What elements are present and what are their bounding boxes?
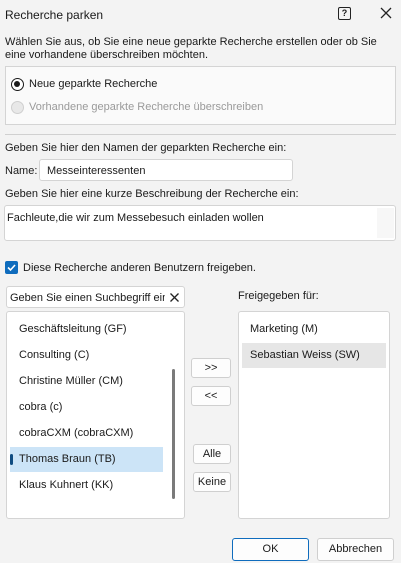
list-item-selected[interactable]: Sebastian Weiss (SW): [242, 343, 386, 368]
cancel-button[interactable]: Abbrechen: [317, 538, 394, 561]
list-item[interactable]: Klaus Kuhnert (KK): [10, 473, 163, 498]
description-heading: Geben Sie hier eine kurze Beschreibung d…: [5, 188, 299, 200]
available-users-list[interactable]: Geschäftsleitung (GF) Consulting (C) Chr…: [6, 311, 185, 519]
released-heading: Freigegeben für:: [238, 290, 319, 302]
separator: [5, 134, 396, 135]
list-item[interactable]: cobra (c): [10, 395, 163, 420]
new-search-label[interactable]: Neue geparkte Recherche: [29, 78, 157, 90]
check-icon: [7, 264, 16, 272]
intro-text: Wählen Sie aus, ob Sie eine neue geparkt…: [5, 36, 377, 61]
description-field-value: Fachleute,die wir zum Messebesuch einlad…: [7, 212, 264, 224]
remove-all-button[interactable]: Keine: [193, 472, 231, 492]
ok-button[interactable]: OK: [232, 538, 309, 561]
window-title: Recherche parken: [5, 8, 104, 22]
help-icon[interactable]: ?: [338, 7, 351, 20]
park-mode-group: Neue geparkte Recherche Vorhandene gepar…: [5, 66, 396, 125]
description-scrollbar[interactable]: [377, 208, 394, 238]
name-label: Name:: [5, 165, 38, 177]
list-item[interactable]: cobraCXM (cobraCXM): [10, 421, 163, 446]
remove-selected-button[interactable]: <<: [191, 386, 231, 406]
name-field-value: Messeinteressenten: [47, 165, 146, 177]
share-label[interactable]: Diese Recherche anderen Benutzern freige…: [23, 262, 256, 274]
add-all-button[interactable]: Alle: [193, 444, 231, 464]
share-checkbox[interactable]: [5, 261, 18, 274]
list-item[interactable]: Geschäftsleitung (GF): [10, 317, 163, 342]
search-input-placeholder: Geben Sie einen Suchbegriff ein: [10, 292, 165, 304]
overwrite-search-radio: [11, 101, 24, 114]
name-heading: Geben Sie hier den Namen der geparkten R…: [5, 142, 287, 154]
overwrite-search-label: Vorhandene geparkte Recherche überschrei…: [29, 101, 264, 113]
new-search-radio[interactable]: [11, 78, 24, 91]
description-field[interactable]: Fachleute,die wir zum Messebesuch einlad…: [4, 205, 396, 241]
list-item[interactable]: Consulting (C): [10, 343, 163, 368]
list-item[interactable]: Marketing (M): [242, 317, 386, 342]
clear-search-icon[interactable]: [169, 292, 180, 303]
close-icon[interactable]: [378, 5, 394, 21]
list-item-selected[interactable]: Thomas Braun (TB): [10, 447, 163, 472]
name-field[interactable]: Messeinteressenten: [39, 159, 293, 181]
list-item[interactable]: Christine Müller (CM): [10, 369, 163, 394]
add-selected-button[interactable]: >>: [191, 358, 231, 378]
released-users-list[interactable]: Marketing (M) Sebastian Weiss (SW): [238, 311, 390, 519]
search-input[interactable]: Geben Sie einen Suchbegriff ein: [6, 286, 185, 308]
available-list-scrollbar[interactable]: [172, 369, 175, 499]
